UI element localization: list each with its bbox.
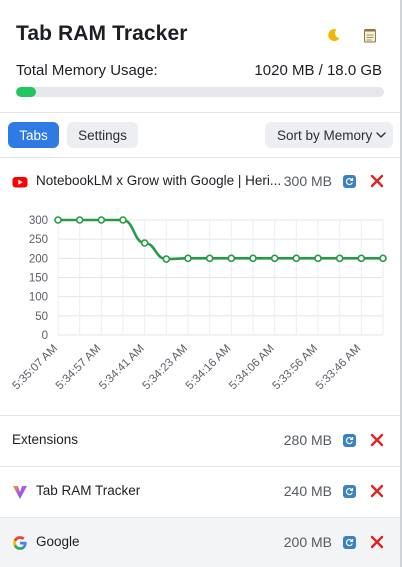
notepad-icon[interactable]: [361, 26, 379, 44]
reload-icon[interactable]: [343, 175, 356, 188]
close-tab-icon[interactable]: [370, 174, 384, 188]
reload-icon[interactable]: [343, 536, 356, 549]
total-memory-label: Total Memory Usage:: [16, 62, 158, 79]
sort-dropdown[interactable]: Sort by Memory: [265, 122, 393, 148]
data-point: [335, 254, 344, 263]
x-tick-label: 5:33:46 AM: [314, 343, 364, 393]
tab-row[interactable]: Tab RAM Tracker 240 MB: [0, 467, 400, 517]
app-title: Tab RAM Tracker: [16, 22, 188, 45]
data-point: [162, 255, 171, 263]
close-tab-icon[interactable]: [370, 535, 384, 549]
google-icon: [12, 535, 28, 551]
data-point: [54, 216, 62, 224]
x-tick-label: 5:35:07 AM: [10, 343, 60, 393]
close-tab-icon[interactable]: [370, 484, 384, 498]
data-point: [379, 254, 387, 263]
reload-icon[interactable]: [343, 434, 356, 447]
tab-memory: 280 MB: [283, 432, 332, 448]
data-point: [184, 254, 192, 263]
total-memory-value: 1020 MB / 18.0 GB: [254, 62, 382, 79]
x-tick-label: 5:34:57 AM: [54, 343, 104, 393]
x-tick-label: 5:34:06 AM: [227, 343, 277, 393]
chevron-down-icon: [375, 129, 387, 144]
y-tick-label: 150: [29, 273, 48, 285]
data-point: [227, 254, 236, 263]
y-tick-label: 250: [29, 234, 48, 246]
youtube-icon: [12, 174, 28, 190]
reload-icon[interactable]: [343, 485, 356, 498]
sort-dropdown-label: Sort by Memory: [277, 127, 373, 143]
memory-progress-bar: [16, 87, 384, 97]
tab-title: NotebookLM x Grow with Google | Heri...: [36, 173, 282, 188]
extension-logo-icon: [12, 484, 28, 500]
close-tab-icon[interactable]: [370, 433, 384, 447]
y-tick-label: 200: [29, 253, 48, 265]
x-tick-label: 5:33:56 AM: [270, 343, 320, 393]
y-tick-label: 100: [29, 292, 48, 304]
tab-memory: 200 MB: [283, 534, 332, 550]
data-point: [97, 216, 106, 224]
data-point: [314, 254, 322, 263]
y-tick-label: 300: [29, 215, 48, 227]
tab-title: Tab RAM Tracker: [36, 483, 141, 498]
memory-history-chart: 0 50 100 150 200 250 300 5:35:07 AM 5:34:57 AM 5:…: [0, 200, 400, 410]
data-point: [357, 254, 366, 263]
data-point: [140, 239, 149, 247]
header: Tab RAM Tracker Total Memory Usage: 1020…: [0, 0, 400, 112]
extension-popup: Tab RAM Tracker Total Memory Usage: 1020…: [0, 0, 402, 567]
tab-memory: 240 MB: [283, 483, 332, 499]
x-tick-label: 5:34:23 AM: [140, 343, 190, 393]
memory-progress-fill: [16, 87, 37, 97]
data-point: [75, 216, 84, 224]
data-point: [270, 254, 279, 263]
tab-tabs[interactable]: Tabs: [8, 122, 59, 148]
data-point: [292, 254, 301, 263]
data-point: [205, 254, 214, 263]
divider: [0, 112, 400, 113]
tab-settings[interactable]: Settings: [67, 122, 138, 148]
y-tick-label: 50: [35, 311, 48, 323]
memory-line-chart: 0501001502002503005:35:07 AM5:34:57 AM5:…: [10, 215, 387, 393]
x-tick-label: 5:34:41 AM: [97, 343, 147, 393]
data-point: [119, 216, 127, 224]
moon-icon[interactable]: [325, 26, 343, 44]
tab-row[interactable]: Google 200 MB: [0, 518, 400, 567]
x-tick-label: 5:34:16 AM: [184, 343, 234, 393]
tab-memory: 300 MB: [283, 173, 332, 189]
tab-row[interactable]: Extensions 280 MB: [0, 416, 400, 466]
tab-title: Google: [36, 534, 80, 549]
tab-title: Extensions: [12, 432, 79, 447]
data-point: [249, 254, 257, 263]
y-tick-label: 0: [42, 330, 48, 342]
